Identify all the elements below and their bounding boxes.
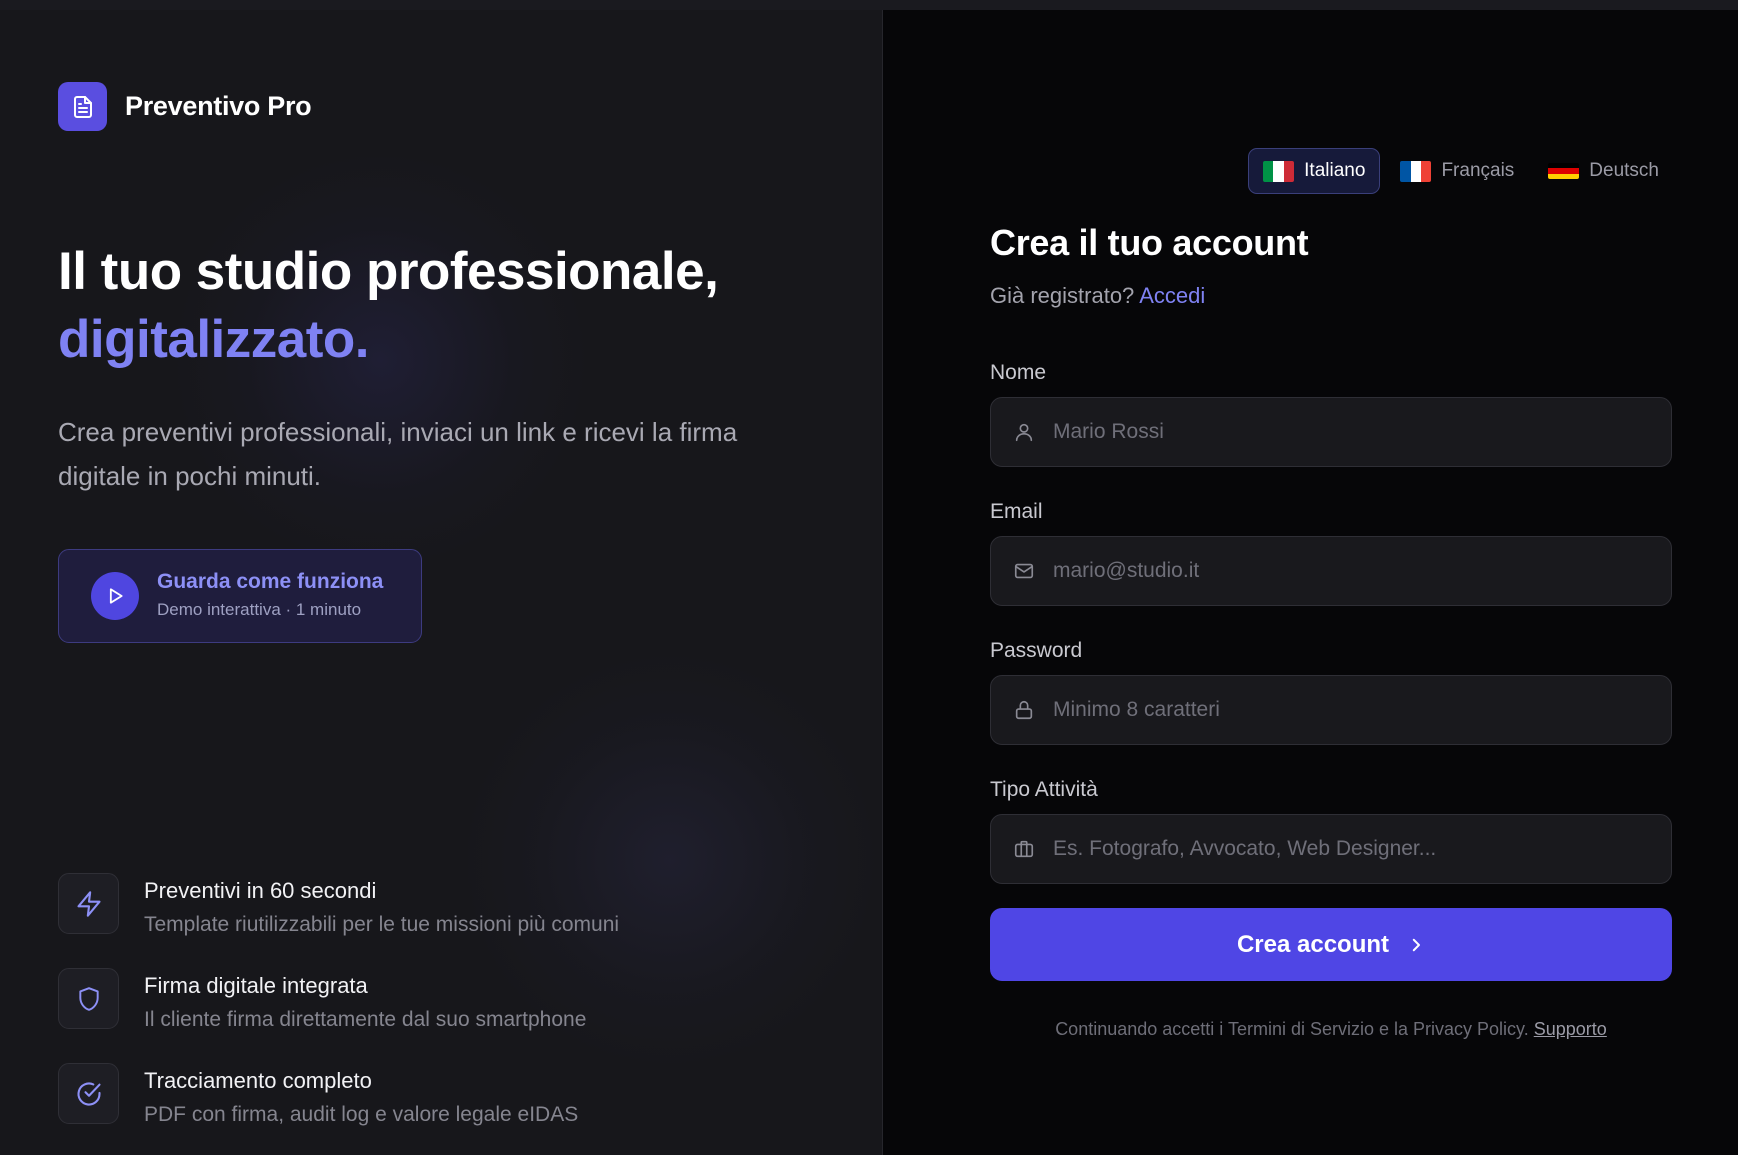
login-link[interactable]: Accedi [1139, 283, 1205, 308]
language-label: Italiano [1304, 160, 1366, 181]
signup-form: Crea il tuo account Già registrato? Acce… [990, 220, 1672, 1040]
name-field-group: Nome [990, 360, 1672, 467]
language-option-francais[interactable]: Français [1386, 148, 1528, 194]
language-label: Français [1441, 160, 1515, 181]
flag-germany-icon [1548, 163, 1580, 179]
form-title: Crea il tuo account [990, 222, 1309, 263]
feature-description: Il cliente firma direttamente dal suo sm… [144, 1008, 587, 1031]
mail-icon [1014, 563, 1034, 579]
feature-title: Firma digitale integrata [144, 973, 368, 998]
legal-notice: Continuando accetti i Termini di Servizi… [990, 1019, 1672, 1040]
email-input-wrapper [990, 536, 1672, 606]
activity-input[interactable] [1053, 815, 1671, 883]
flag-france-icon [1400, 160, 1432, 182]
shield-icon [58, 968, 119, 1029]
feature-item: Preventivi in 60 secondi Template riutil… [58, 873, 619, 968]
activity-label: Tipo Attività [990, 778, 1098, 801]
email-label: Email [990, 500, 1043, 523]
demo-subtitle: Demo interattiva · 1 minuto [157, 600, 362, 619]
password-input-wrapper [990, 675, 1672, 745]
language-switcher: Italiano Français Deutsch [1242, 148, 1673, 194]
play-icon [91, 572, 139, 620]
login-prompt-text: Già registrato? [990, 283, 1135, 308]
chevron-right-icon [1412, 938, 1421, 951]
support-link[interactable]: Supporto [1534, 1019, 1607, 1039]
feature-list: Preventivi in 60 secondi Template riutil… [58, 873, 619, 1155]
user-icon [1015, 423, 1033, 442]
email-input[interactable] [1053, 537, 1671, 605]
headline-main: Il tuo studio professionale, [58, 242, 719, 301]
feature-title: Preventivi in 60 secondi [144, 878, 377, 903]
hero-panel: Preventivo Pro Il tuo studio professiona… [0, 10, 883, 1155]
password-input[interactable] [1053, 676, 1671, 744]
name-label: Nome [990, 361, 1047, 384]
create-account-button[interactable]: Crea account [990, 908, 1672, 981]
language-option-italiano[interactable]: Italiano [1248, 148, 1381, 194]
hero-headline: Il tuo studio professionale, digitalizza… [58, 238, 719, 374]
name-input-wrapper [990, 397, 1672, 467]
check-circle-icon [58, 1063, 119, 1124]
top-strip [0, 0, 1738, 10]
feature-title: Tracciamento completo [144, 1068, 372, 1093]
demo-button[interactable]: Guarda come funziona Demo interattiva · … [58, 549, 422, 643]
brand-name: Preventivo Pro [125, 91, 312, 121]
briefcase-icon [1014, 840, 1034, 858]
feature-description: Template riutilizzabili per le tue missi… [144, 913, 620, 936]
password-field-group: Password [990, 638, 1672, 745]
demo-title: Guarda come funziona [157, 570, 384, 593]
create-account-label: Crea account [1236, 930, 1390, 958]
flag-italy-icon [1263, 160, 1295, 182]
language-option-deutsch[interactable]: Deutsch [1534, 148, 1673, 194]
feature-item: Firma digitale integrata Il cliente firm… [58, 968, 619, 1063]
email-field-group: Email [990, 499, 1672, 606]
activity-field-group: Tipo Attività [990, 777, 1672, 884]
language-label: Deutsch [1589, 160, 1659, 181]
legal-text: Continuando accetti i Termini di Servizi… [1055, 1019, 1529, 1039]
feature-item: Tracciamento completo PDF con firma, aud… [58, 1063, 619, 1155]
name-input[interactable] [1053, 398, 1671, 466]
activity-input-wrapper [990, 814, 1672, 884]
lock-icon [1015, 700, 1033, 720]
login-prompt: Già registrato? Accedi [990, 282, 1672, 310]
headline-accent: digitalizzato. [58, 310, 370, 369]
brand-logo[interactable]: Preventivo Pro [58, 82, 312, 131]
hero-subtitle: Crea preventivi professionali, inviaci u… [58, 417, 738, 491]
document-icon [58, 82, 107, 131]
password-label: Password [990, 639, 1083, 662]
feature-description: PDF con firma, audit log e valore legale… [144, 1103, 579, 1126]
lightning-icon [58, 873, 119, 934]
